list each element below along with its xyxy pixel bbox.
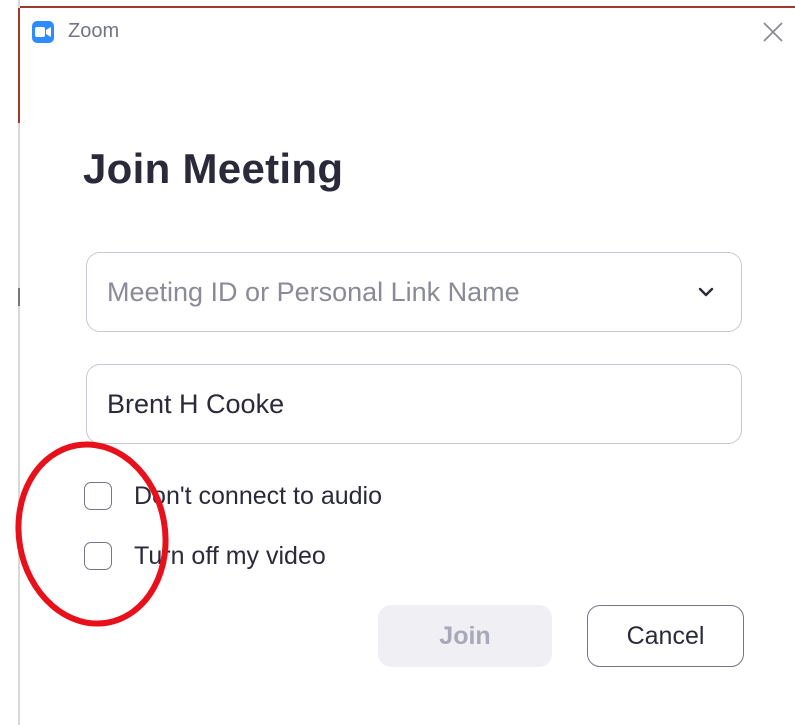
meeting-id-combobox[interactable] [86, 252, 742, 332]
dont-connect-audio-checkbox[interactable] [84, 482, 112, 510]
name-input[interactable] [107, 365, 667, 443]
zoom-camera-icon [32, 21, 54, 43]
meeting-id-input[interactable] [107, 253, 667, 331]
turn-off-video-checkbox[interactable] [84, 542, 112, 570]
name-field[interactable] [86, 364, 742, 444]
title-bar: Zoom [20, 8, 795, 54]
chevron-down-icon[interactable] [697, 285, 715, 299]
red-annotation-circle [15, 441, 169, 627]
app-title: Zoom [68, 20, 120, 42]
close-icon [763, 22, 783, 42]
join-button[interactable]: Join [378, 605, 552, 667]
close-button[interactable] [759, 18, 787, 46]
window-left-tick [18, 288, 20, 306]
cancel-button[interactable]: Cancel [587, 605, 744, 667]
turn-off-video-label: Turn off my video [134, 542, 326, 570]
dont-connect-audio-label: Don't connect to audio [134, 482, 382, 510]
page-title: Join Meeting [83, 145, 344, 192]
